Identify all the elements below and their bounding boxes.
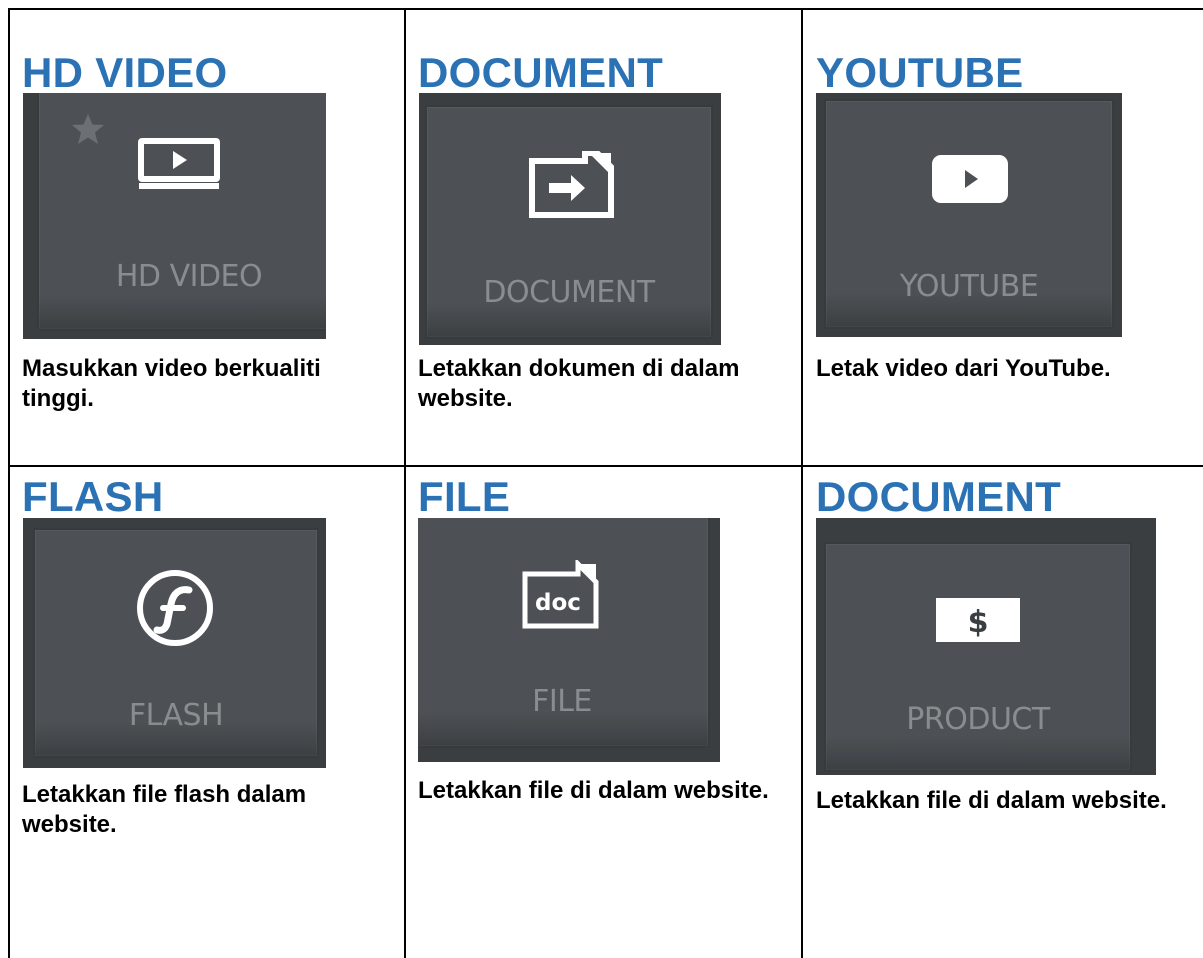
tile-label: PRODUCT — [906, 702, 1050, 737]
cell-description: Masukkan video berkualiti tinggi. — [22, 355, 321, 412]
document-icon — [529, 151, 614, 218]
tile-shade — [826, 293, 1112, 327]
cell-description: Letakkan file di dalam website. — [816, 787, 1167, 814]
flash-icon — [137, 570, 213, 646]
tile-shade — [418, 712, 708, 746]
tile-product[interactable]: $ PRODUCT — [824, 542, 1132, 772]
tile-shade — [427, 303, 711, 337]
tile-label: HD VIDEO — [115, 259, 263, 294]
cell-title: FILE — [418, 473, 511, 520]
svg-text:$: $ — [968, 605, 989, 640]
tile-hd-video[interactable]: HD VIDEO — [37, 93, 326, 331]
cell-title: YOUTUBE — [816, 49, 1024, 96]
grid-line-column-2 — [801, 8, 803, 958]
hd-video-icon — [138, 138, 220, 189]
tile-screenshot: $ PRODUCT — [816, 518, 1156, 775]
cell-title: FLASH — [22, 473, 164, 520]
tile-document[interactable]: DOCUMENT — [425, 105, 713, 339]
cell-title: DOCUMENT — [816, 473, 1062, 520]
tile-shade — [39, 295, 326, 329]
tile-screenshot: doc FILE — [418, 518, 720, 762]
grid-line-left — [8, 8, 10, 958]
cell-description: Letak video dari YouTube. — [816, 355, 1111, 382]
star-icon — [72, 114, 104, 144]
cell-title: HD VIDEO — [22, 49, 228, 96]
grid-line-top — [8, 8, 1203, 10]
grid-line-column-1 — [404, 8, 406, 958]
cell-description: Letakkan file di dalam website. — [418, 777, 769, 804]
tile-flash[interactable]: FLASH — [33, 528, 319, 758]
tile-shade — [826, 736, 1130, 770]
tile-screenshot: HD VIDEO — [23, 93, 326, 339]
file-icon: doc — [522, 560, 599, 629]
tile-shade — [35, 722, 317, 756]
tile-youtube[interactable]: YOUTUBE — [824, 99, 1114, 329]
grid-line-middle — [8, 465, 1203, 467]
cell-description: Letakkan dokumen di dalam website. — [418, 355, 740, 412]
youtube-icon — [932, 155, 1008, 203]
tile-file[interactable]: doc FILE — [418, 518, 710, 748]
svg-text:doc: doc — [535, 590, 581, 616]
tile-screenshot: YOUTUBE — [816, 93, 1122, 337]
cell-description: Letakkan file flash dalam website. — [22, 781, 307, 838]
cell-title: DOCUMENT — [418, 49, 664, 96]
tile-screenshot: FLASH — [23, 518, 326, 768]
product-icon: $ — [936, 598, 1020, 642]
tile-screenshot: DOCUMENT — [419, 93, 721, 345]
